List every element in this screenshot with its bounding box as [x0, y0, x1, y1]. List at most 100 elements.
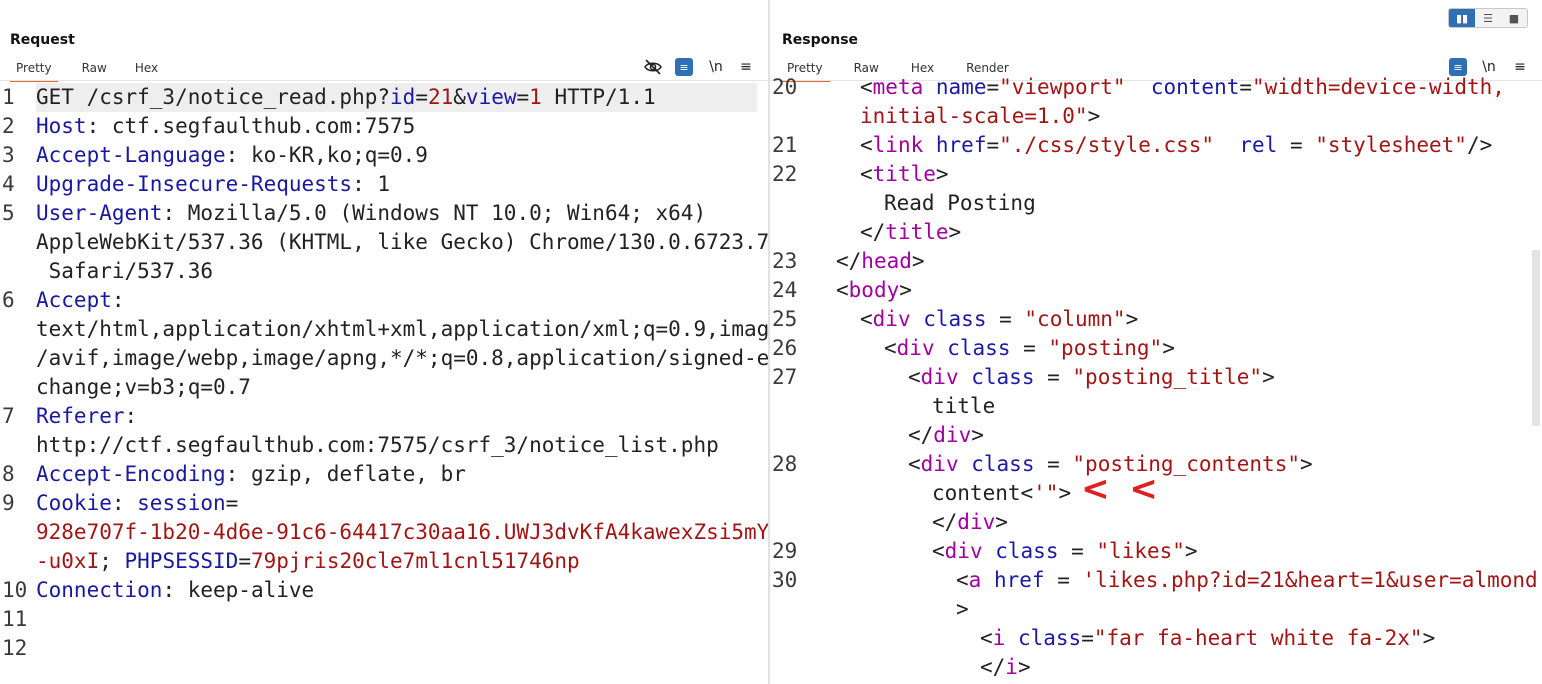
line-number: 10 — [2, 578, 28, 602]
code-token: > — [935, 162, 949, 186]
code-text: Connection: keep-alive — [36, 576, 314, 605]
response-pane: Response Pretty Raw Hex Render ▮▮ ☰ ■ ≡ … — [770, 0, 1542, 684]
line-number: 23 — [772, 249, 798, 273]
code-token: Accept-Language — [36, 143, 226, 167]
code-text: Accept: — [36, 286, 125, 315]
line-number: 20 — [772, 75, 798, 99]
code-text: <div class = "column"> — [860, 305, 1138, 334]
code-token: = — [986, 133, 1000, 157]
request-code-line: text/html,application/xhtml+xml,applicat… — [0, 315, 768, 344]
line-number — [0, 518, 28, 547]
code-token: = — [1034, 452, 1073, 476]
split-rows-icon[interactable]: ☰ — [1475, 9, 1501, 27]
code-token: "likes" — [1096, 539, 1185, 563]
code-token: class — [971, 365, 1035, 389]
request-tab-divider — [0, 80, 768, 81]
code-token: > — [1087, 104, 1101, 128]
eye-slash-icon[interactable] — [643, 57, 663, 77]
code-token: : — [111, 491, 138, 515]
newline-toggle-button[interactable]: \n — [706, 57, 726, 77]
line-number — [770, 421, 804, 450]
code-token: > — [948, 220, 962, 244]
code-token: < — [860, 307, 873, 331]
line-number — [0, 257, 28, 286]
code-token: content — [1150, 75, 1240, 99]
code-text: <body> — [836, 276, 912, 305]
code-text: http://ctf.segfaulthub.com:7575/csrf_3/n… — [36, 431, 719, 460]
line-number — [0, 547, 28, 576]
code-token: Connection — [36, 578, 163, 602]
request-code-line: 10 Connection: keep-alive — [0, 576, 768, 605]
line-number: 27 — [772, 365, 798, 389]
response-code-line: 22 <title> — [770, 160, 1542, 189]
code-token: i — [992, 626, 1006, 650]
code-token: HTTP/1.1 — [541, 85, 656, 109]
code-token: Cookie — [36, 491, 112, 515]
response-scrollbar[interactable] — [1532, 250, 1540, 426]
request-editor[interactable]: 1 GET /csrf_3/notice_read.php?id=21&view=… — [0, 83, 768, 663]
request-menu-icon[interactable]: ≡ — [736, 57, 756, 77]
code-token: > — [1017, 655, 1031, 679]
response-code-line: content<'"> < < — [770, 472, 1542, 508]
request-tab-hex[interactable]: Hex — [135, 58, 158, 80]
request-tab-pretty[interactable]: Pretty — [10, 58, 58, 82]
line-number: 21 — [772, 133, 798, 157]
code-text: <meta name="viewport" content="width=dev… — [860, 73, 1505, 102]
code-token: </ — [908, 423, 934, 447]
code-text: Cookie: session= — [36, 489, 238, 518]
code-text: /avif,image/webp,image/apng,*/*;q=0.8,ap… — [36, 344, 768, 373]
line-number — [770, 102, 804, 131]
code-token: body — [848, 278, 900, 302]
request-code-line: 11 — [0, 605, 768, 634]
response-code-line: 23 </head> — [770, 247, 1542, 276]
request-code-line: 928e707f-1b20-4d6e-91c6-64417c30aa16.UWJ… — [0, 518, 768, 547]
code-token: < — [860, 162, 873, 186]
code-token: < — [932, 539, 945, 563]
code-text: Upgrade-Insecure-Requests: 1 — [36, 170, 390, 199]
code-token: < — [956, 568, 969, 592]
line-number: 5 — [2, 201, 15, 225]
response-code-line: </div> — [770, 421, 1542, 450]
line-number — [0, 431, 28, 460]
code-token: 928e707f-1b20-4d6e-91c6-64417c30aa16.UWJ… — [36, 520, 768, 544]
tabs-layout-icon[interactable]: ■ — [1501, 9, 1527, 27]
code-token: initial-scale=1.0" — [860, 104, 1088, 128]
code-token: = — [415, 85, 428, 109]
code-text: -u0xI; PHPSESSID=79pjris20cle7ml1cnl5174… — [36, 547, 580, 576]
word-wrap-button[interactable]: ≡ — [674, 57, 694, 77]
code-token: a — [968, 568, 982, 592]
code-token: meta — [872, 75, 924, 99]
request-code-line: Safari/537.36 — [0, 257, 768, 286]
request-code-line: change;v=b3;q=0.7 — [0, 373, 768, 402]
code-token: > — [1262, 365, 1275, 389]
code-token: = — [986, 75, 1000, 99]
code-token: text/html,application/xhtml+xml,applicat… — [36, 317, 768, 341]
code-token: title — [872, 162, 936, 186]
code-token: GET /csrf_3/notice_read.php? — [36, 85, 391, 109]
line-number: 25 — [772, 307, 798, 331]
code-text: <div class = "likes"> — [932, 537, 1198, 566]
request-code-line: AppleWebKit/537.36 (KHTML, like Gecko) C… — [0, 228, 768, 257]
response-code-line: <i class="far fa-heart white fa-2x"> — [770, 624, 1542, 653]
line-number — [770, 479, 804, 508]
split-columns-icon[interactable]: ▮▮ — [1449, 9, 1475, 27]
response-editor[interactable]: 20 <meta name="viewport" content="width=d… — [770, 73, 1542, 682]
code-text: <div class = "posting"> — [884, 334, 1175, 363]
response-code-line: > — [770, 595, 1542, 624]
response-code-line: </title> — [770, 218, 1542, 247]
response-code-line: 30 <a href = 'likes.php?id=21&heart=1&use… — [770, 566, 1542, 595]
code-token: change;v=b3;q=0.7 — [36, 375, 251, 399]
code-token: AppleWebKit/537.36 (KHTML, like Gecko) C… — [36, 230, 768, 254]
request-tab-raw[interactable]: Raw — [82, 58, 107, 80]
response-code-line: title — [770, 392, 1542, 421]
request-code-line: 2 Host: ctf.segfaulthub.com:7575 — [0, 112, 768, 141]
code-token: < — [980, 626, 993, 650]
code-token: "posting" — [1048, 336, 1163, 360]
code-token: = — [516, 85, 530, 109]
line-number — [0, 315, 28, 344]
code-token: title — [932, 394, 996, 418]
code-token: : — [124, 404, 138, 428]
